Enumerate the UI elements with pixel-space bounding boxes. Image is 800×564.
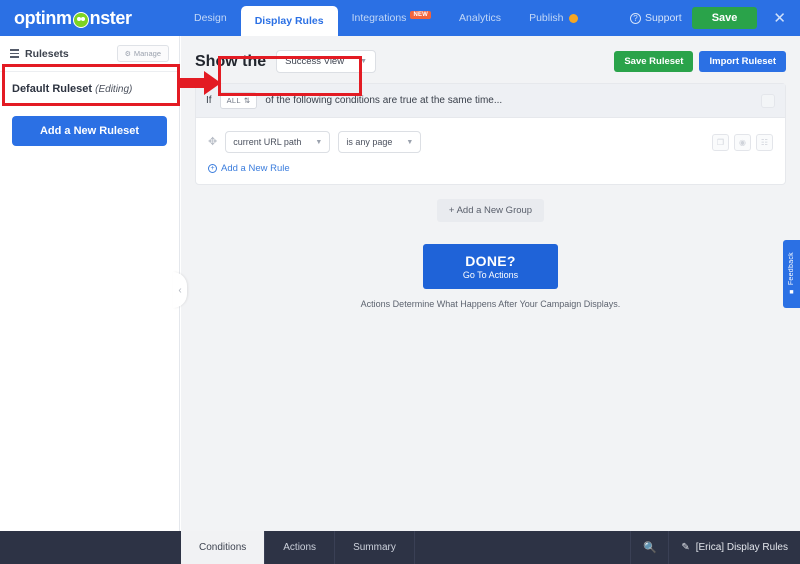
campaign-name-label: [Erica] Display Rules (695, 542, 788, 553)
ruleset-name: Default Ruleset (12, 83, 93, 95)
condition-group-card: If ALL ⇅ of the following conditions are… (195, 83, 786, 185)
feedback-icon: ■ (789, 288, 794, 296)
search-icon[interactable]: 🔍 (630, 531, 668, 564)
nav-label-display-rules: Display Rules (254, 15, 324, 27)
nav-label-analytics: Analytics (459, 12, 502, 24)
rule-operator-value: is any page (346, 137, 393, 147)
support-button[interactable]: ? Support (629, 12, 682, 24)
gear-icon: ⚙ (124, 50, 131, 58)
brand-logo-text: optinm nster (14, 8, 132, 29)
rulesets-title: Rulesets (25, 47, 69, 60)
condition-match-value: ALL (226, 96, 241, 105)
tab-summary[interactable]: Summary (335, 531, 415, 564)
campaign-name-button[interactable]: ✎ [Erica] Display Rules (668, 531, 800, 564)
main-header: Show the Success View ▼ Save Ruleset Imp… (181, 36, 800, 83)
view-select-value: Success View (285, 56, 345, 67)
brand-logo[interactable]: optinm nster (0, 8, 180, 29)
nav-item-design[interactable]: Design (180, 0, 241, 36)
rulesets-header: Rulesets ⚙ Manage (0, 36, 179, 72)
ruleset-list-item-default[interactable]: Default Ruleset (Editing) (0, 72, 179, 106)
chevron-down-icon: ▼ (315, 138, 323, 146)
monster-logo-icon (72, 12, 89, 28)
table-row: ✥ current URL path ▼ is any page ▼ ❐ ◉ ☷ (196, 118, 785, 163)
top-navigation-bar: optinm nster Design Display Rules Integr… (0, 0, 800, 36)
rule-operator-select[interactable]: is any page ▼ (338, 131, 422, 153)
feedback-label: Feedback (788, 252, 795, 286)
nav-item-publish[interactable]: Publish (515, 0, 591, 36)
done-subtitle: Go To Actions (462, 270, 519, 280)
add-new-ruleset-button[interactable]: Add a New Ruleset (12, 116, 167, 146)
bottom-bar-left-spacer (0, 531, 181, 564)
sort-updown-icon: ⇅ (243, 96, 251, 105)
save-ruleset-button[interactable]: Save Ruleset (614, 51, 694, 72)
show-the-label: Show the (195, 52, 267, 70)
add-new-group-button[interactable]: + Add a New Group (436, 199, 545, 222)
nav-item-analytics[interactable]: Analytics (445, 0, 515, 36)
chevron-down-icon: ▼ (360, 58, 368, 65)
brand-logo-text-tail: nster (89, 7, 132, 28)
condition-match-select[interactable]: ALL ⇅ (219, 92, 258, 109)
add-new-rule-label: Add a New Rule (221, 163, 290, 174)
eye-icon[interactable]: ◉ (734, 133, 751, 151)
main-nav: Design Display Rules Integrations NEW An… (180, 0, 592, 36)
condition-group-header-right (761, 93, 775, 108)
rule-field-select[interactable]: current URL path ▼ (225, 131, 331, 153)
trash-icon[interactable]: ☷ (756, 133, 773, 151)
close-icon[interactable]: ✕ (767, 9, 792, 27)
import-ruleset-button[interactable]: Import Ruleset (699, 51, 786, 72)
manage-rulesets-button[interactable]: ⚙ Manage (116, 45, 169, 62)
done-note: Actions Determine What Happens After You… (360, 299, 621, 309)
add-new-rule-link[interactable]: + Add a New Rule (196, 163, 785, 184)
collapse-icon[interactable] (761, 93, 775, 108)
optinmonster-campaign-builder: optinm nster Design Display Rules Integr… (0, 0, 800, 564)
condition-group-header: If ALL ⇅ of the following conditions are… (196, 84, 785, 118)
done-go-to-actions-button[interactable]: DONE? Go To Actions (423, 244, 558, 289)
view-select[interactable]: Success View ▼ (276, 50, 377, 73)
nav-label-publish: Publish (529, 12, 564, 24)
condition-prefix: If (206, 95, 212, 106)
manage-label: Manage (133, 49, 161, 58)
pencil-icon: ✎ (681, 542, 690, 553)
tab-actions[interactable]: Actions (265, 531, 336, 564)
drag-handle-icon[interactable]: ✥ (208, 136, 217, 148)
publish-status-dot-icon (568, 13, 578, 23)
tab-conditions[interactable]: Conditions (181, 531, 266, 564)
rule-field-value: current URL path (233, 137, 302, 147)
done-title: DONE? (465, 253, 516, 269)
condition-suffix: of the following conditions are true at … (265, 95, 503, 106)
display-rules-main-panel: Show the Success View ▼ Save Ruleset Imp… (181, 36, 800, 531)
ruleset-actions: Save Ruleset Import Ruleset (614, 51, 786, 72)
bottom-bar-right: 🔍 ✎ [Erica] Display Rules (630, 531, 800, 564)
rulesets-title-wrap: Rulesets (10, 48, 69, 60)
chevron-down-icon: ▼ (406, 138, 414, 146)
rule-action-buttons: ❐ ◉ ☷ (712, 133, 773, 151)
duplicate-icon[interactable]: ❐ (712, 133, 729, 151)
brand-logo-text-lead: optinm (14, 7, 72, 28)
nav-label-design: Design (194, 12, 227, 24)
add-group-wrap: + Add a New Group (181, 199, 800, 222)
plus-circle-icon: + (208, 164, 217, 173)
top-right-actions: ? Support Save ✕ (629, 7, 800, 29)
question-circle-icon: ? (629, 12, 641, 24)
list-icon (10, 49, 19, 58)
support-label: Support (644, 12, 682, 24)
rulesets-sidebar: Rulesets ⚙ Manage Default Ruleset (Editi… (0, 36, 180, 531)
nav-label-integrations: Integrations (351, 12, 407, 24)
save-button[interactable]: Save (691, 7, 758, 29)
nav-item-integrations[interactable]: Integrations NEW (338, 0, 445, 36)
done-section: DONE? Go To Actions Actions Determine Wh… (181, 244, 800, 309)
ruleset-state: (Editing) (95, 84, 133, 95)
bottom-bar: Conditions Actions Summary 🔍 ✎ [Erica] D… (0, 531, 800, 564)
new-badge: NEW (410, 11, 432, 19)
nav-item-display-rules[interactable]: Display Rules (240, 6, 338, 36)
feedback-tab[interactable]: Feedback ■ (783, 240, 800, 308)
